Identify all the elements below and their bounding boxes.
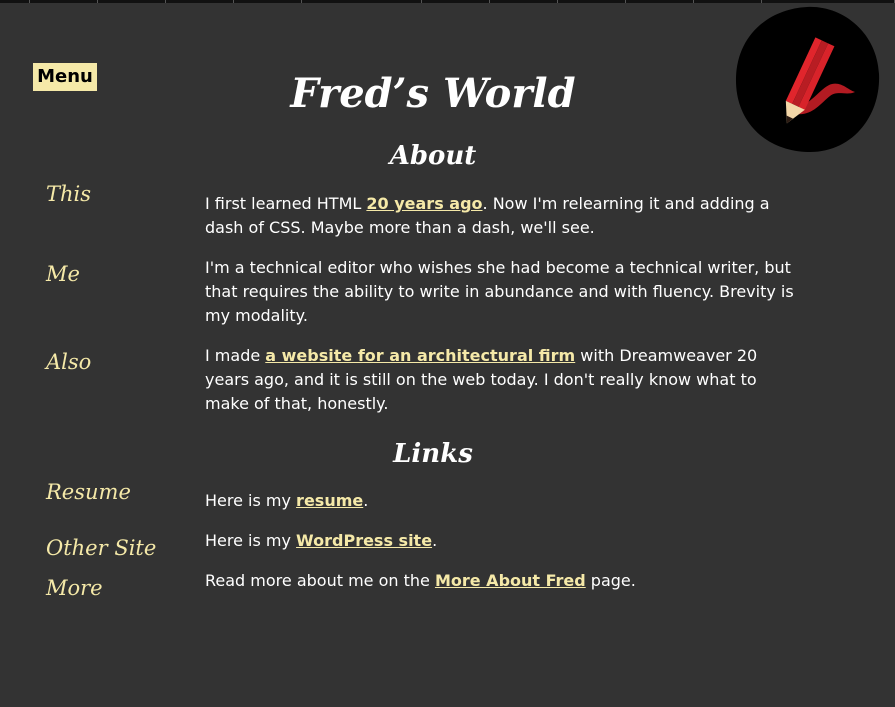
side-label-resume: Resume — [46, 480, 131, 504]
more-about-fred-link[interactable]: More About Fred — [435, 571, 586, 590]
paragraph-text: Here is my — [205, 531, 297, 550]
about-paragraph-this: I first learned HTML 20 years ago. Now I… — [205, 192, 805, 240]
paragraph-text: I first learned HTML — [205, 194, 367, 213]
paragraph-text: Read more about me on the — [205, 571, 435, 590]
about-heading: About — [389, 141, 477, 171]
links-paragraph-more: Read more about me on the More About Fre… — [205, 569, 805, 593]
paragraph-text: . — [432, 531, 438, 550]
side-label-also: Also — [46, 350, 92, 374]
side-label-other-site: Other Site — [46, 536, 157, 560]
tab-strip-segment — [626, 0, 694, 3]
links-paragraph-other-site: Here is my WordPress site. — [205, 529, 805, 553]
site-title: Fred’s World — [290, 70, 576, 117]
tab-strip-segment — [30, 0, 98, 3]
tab-strip-segment — [422, 0, 490, 3]
tab-strip-segment — [234, 0, 302, 3]
tab-strip-segment — [694, 0, 762, 3]
side-label-me: Me — [46, 262, 80, 286]
paragraph-text: . — [363, 491, 369, 510]
links-paragraph-resume: Here is my resume. — [205, 489, 805, 513]
about-paragraph-also: I made a website for an architectural fi… — [205, 344, 805, 416]
tab-strip-segment — [558, 0, 626, 3]
paragraph-text: page. — [585, 571, 636, 590]
architectural-firm-link[interactable]: a website for an architectural firm — [265, 346, 575, 365]
tab-strip-segment — [0, 0, 30, 3]
tab-strip-segment — [166, 0, 234, 3]
tab-strip-segment — [490, 0, 558, 3]
browser-tab-strip — [0, 0, 895, 3]
wordpress-site-link[interactable]: WordPress site — [296, 531, 432, 550]
tab-strip-segment — [302, 0, 422, 3]
twenty-years-ago-link[interactable]: 20 years ago — [366, 194, 482, 213]
side-label-more: More — [46, 576, 103, 600]
tab-strip-segment — [762, 0, 895, 3]
resume-link[interactable]: resume — [296, 491, 363, 510]
paragraph-text: Here is my — [205, 491, 297, 510]
paragraph-text: I made — [205, 346, 266, 365]
tab-strip-segment — [98, 0, 166, 3]
links-heading: Links — [393, 439, 473, 469]
side-label-this: This — [46, 182, 92, 206]
about-paragraph-me: I'm a technical editor who wishes she ha… — [205, 258, 794, 325]
